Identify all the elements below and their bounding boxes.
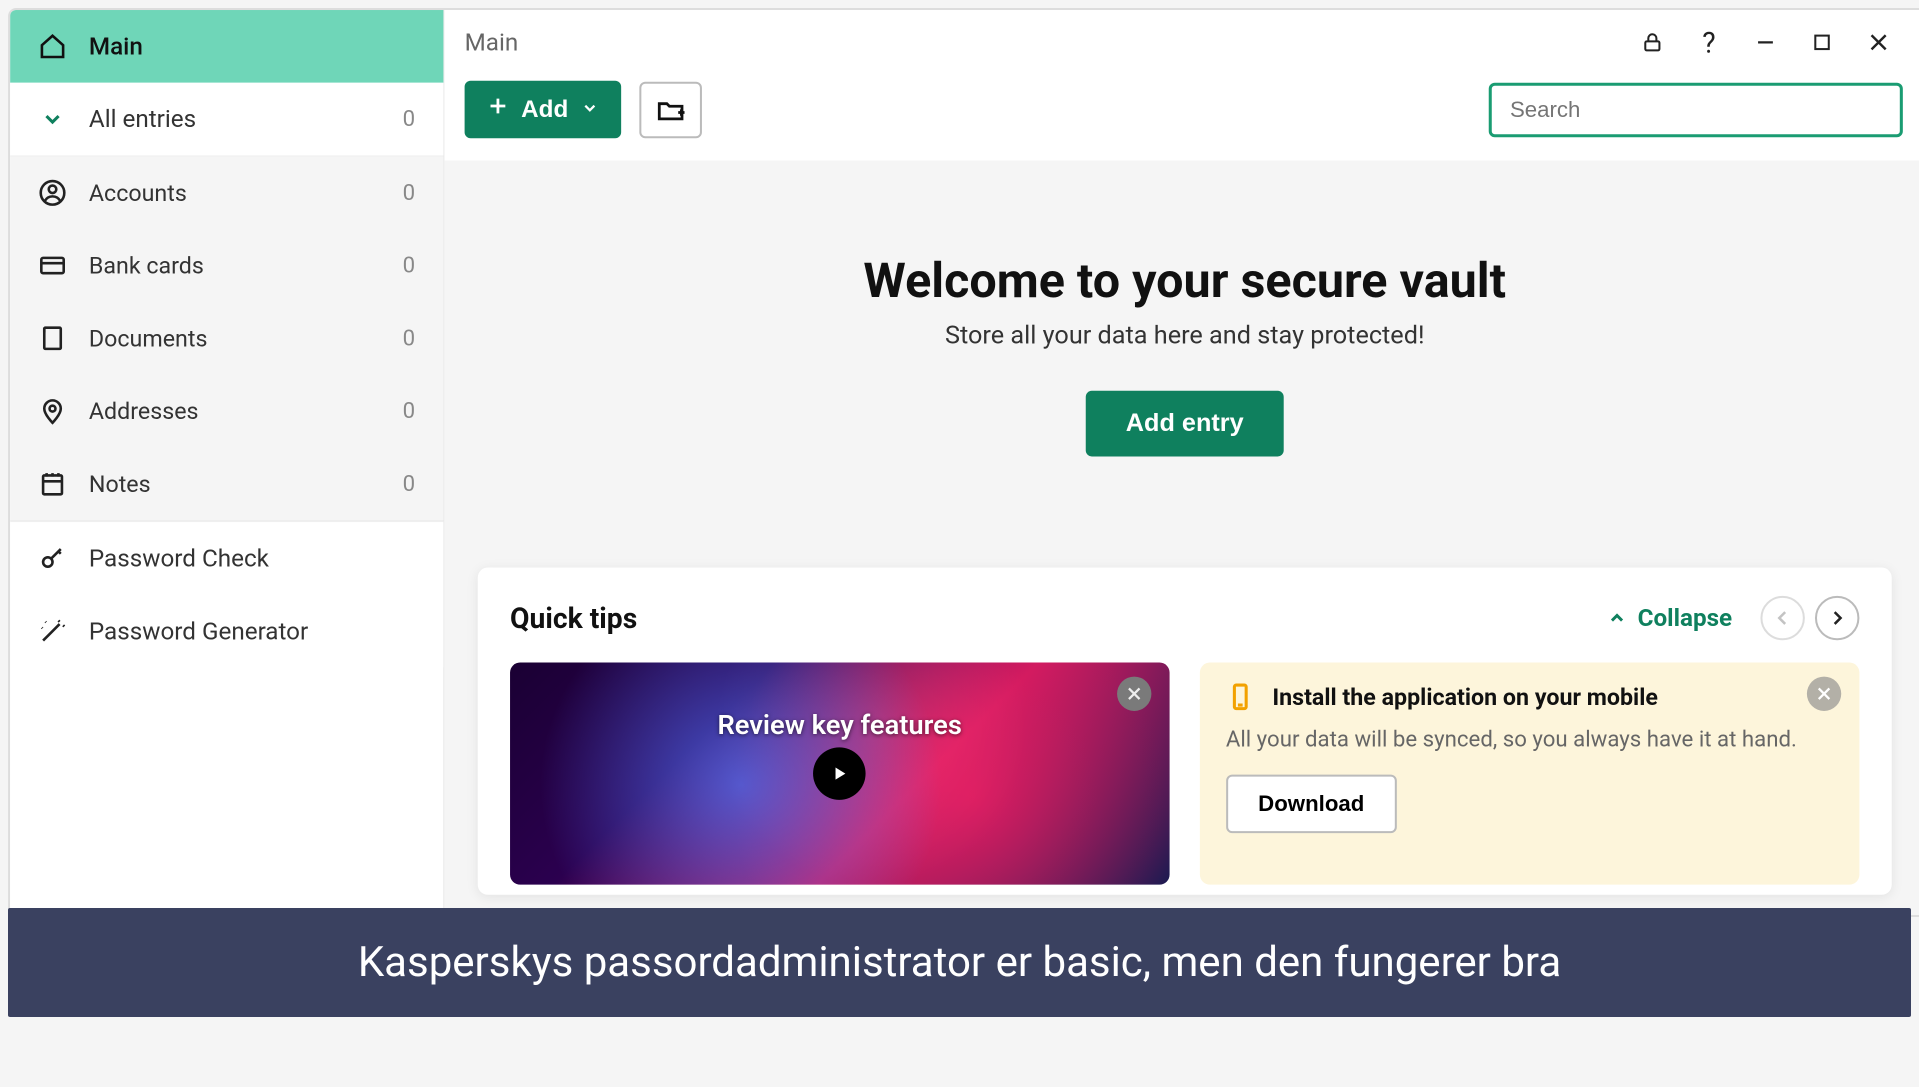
new-folder-button[interactable] [639,81,702,138]
sidebar: Main All entries 0 Accounts 0 Bank cards [10,10,444,915]
add-entry-button[interactable]: Add entry [1085,391,1284,457]
home-icon [38,32,66,60]
chevron-down-icon [580,95,598,123]
help-icon[interactable]: ? [1691,24,1727,60]
sidebar-item-bankcards[interactable]: Bank cards 0 [10,229,443,302]
add-label: Add [521,95,568,123]
titlebar: Main ? [444,10,1919,75]
mobile-icon [1226,683,1254,711]
main-panel: Main ? Add [444,10,1919,915]
sidebar-item-all-entries[interactable]: All entries 0 [10,83,443,156]
quick-tips-card: Quick tips Collapse Review k [478,568,1892,895]
tip-mobile-card: Install the application on your mobile A… [1200,662,1860,884]
lock-icon[interactable] [1634,24,1670,60]
wand-icon [38,617,66,645]
collapse-label: Collapse [1638,604,1733,632]
notes-count: 0 [403,471,415,496]
all-entries-label: All entries [89,105,196,133]
card-icon [38,251,66,279]
bankcards-label: Bank cards [89,252,204,279]
sidebar-item-notes[interactable]: Notes 0 [10,447,443,520]
tip-mobile-desc: All your data will be synced, so you alw… [1226,725,1833,756]
documents-label: Documents [89,325,208,352]
welcome-subtitle: Store all your data here and stay protec… [945,321,1424,350]
download-button[interactable]: Download [1226,774,1397,833]
sidebar-item-accounts[interactable]: Accounts 0 [10,156,443,229]
documents-count: 0 [403,326,415,351]
tip-video-close-icon[interactable] [1117,677,1151,711]
sidebar-item-main[interactable]: Main [10,10,443,83]
minimize-button[interactable] [1747,24,1783,60]
sidebar-item-addresses[interactable]: Addresses 0 [10,375,443,448]
addresses-label: Addresses [89,397,199,424]
tips-header: Quick tips Collapse [510,596,1859,640]
accounts-label: Accounts [89,179,187,206]
chevron-down-icon [38,105,66,133]
tips-prev-button[interactable] [1760,596,1804,640]
tip-video-card[interactable]: Review key features [510,662,1169,884]
key-icon [38,544,66,572]
sidebar-item-password-generator[interactable]: Password Generator [10,595,443,668]
password-generator-label: Password Generator [89,617,308,645]
user-circle-icon [38,179,66,207]
chevron-up-icon [1607,608,1627,628]
app-window: Main All entries 0 Accounts 0 Bank cards [8,8,1919,917]
bankcards-count: 0 [403,253,415,278]
sidebar-item-documents[interactable]: Documents 0 [10,302,443,375]
sidebar-main-label: Main [89,32,143,60]
add-button[interactable]: Add [465,81,621,139]
play-icon[interactable] [813,747,866,800]
sidebar-tools: Password Check Password Generator [10,521,443,667]
addresses-count: 0 [403,398,415,423]
tips-row: Review key features [510,662,1859,884]
tip-mobile-heading: Install the application on your mobile [1272,683,1658,710]
plus-icon [487,95,509,124]
welcome-title: Welcome to your secure vault [863,251,1506,309]
main-body: Welcome to your secure vault Store all y… [444,161,1919,915]
tips-next-button[interactable] [1815,596,1859,640]
tip-video-title: Review key features [510,709,1169,741]
maximize-button[interactable] [1804,24,1840,60]
password-check-label: Password Check [89,544,269,572]
notes-label: Notes [89,470,151,497]
folder-plus-icon [655,94,685,124]
document-icon [38,324,66,352]
sidebar-categories: Accounts 0 Bank cards 0 Documents 0 [10,155,443,521]
search-input[interactable] [1489,82,1903,137]
pin-icon [38,397,66,425]
sidebar-item-password-check[interactable]: Password Check [10,522,443,595]
accounts-count: 0 [403,180,415,205]
tip-mobile-close-icon[interactable] [1807,677,1841,711]
tips-title: Quick tips [510,601,637,634]
collapse-button[interactable]: Collapse [1607,604,1732,632]
close-button[interactable] [1860,24,1896,60]
caption-overlay: Kasperskys passordadministrator er basic… [8,908,1911,1017]
notes-icon [38,470,66,498]
toolbar: Add [444,75,1919,161]
breadcrumb: Main [465,28,519,56]
all-entries-count: 0 [403,106,415,131]
